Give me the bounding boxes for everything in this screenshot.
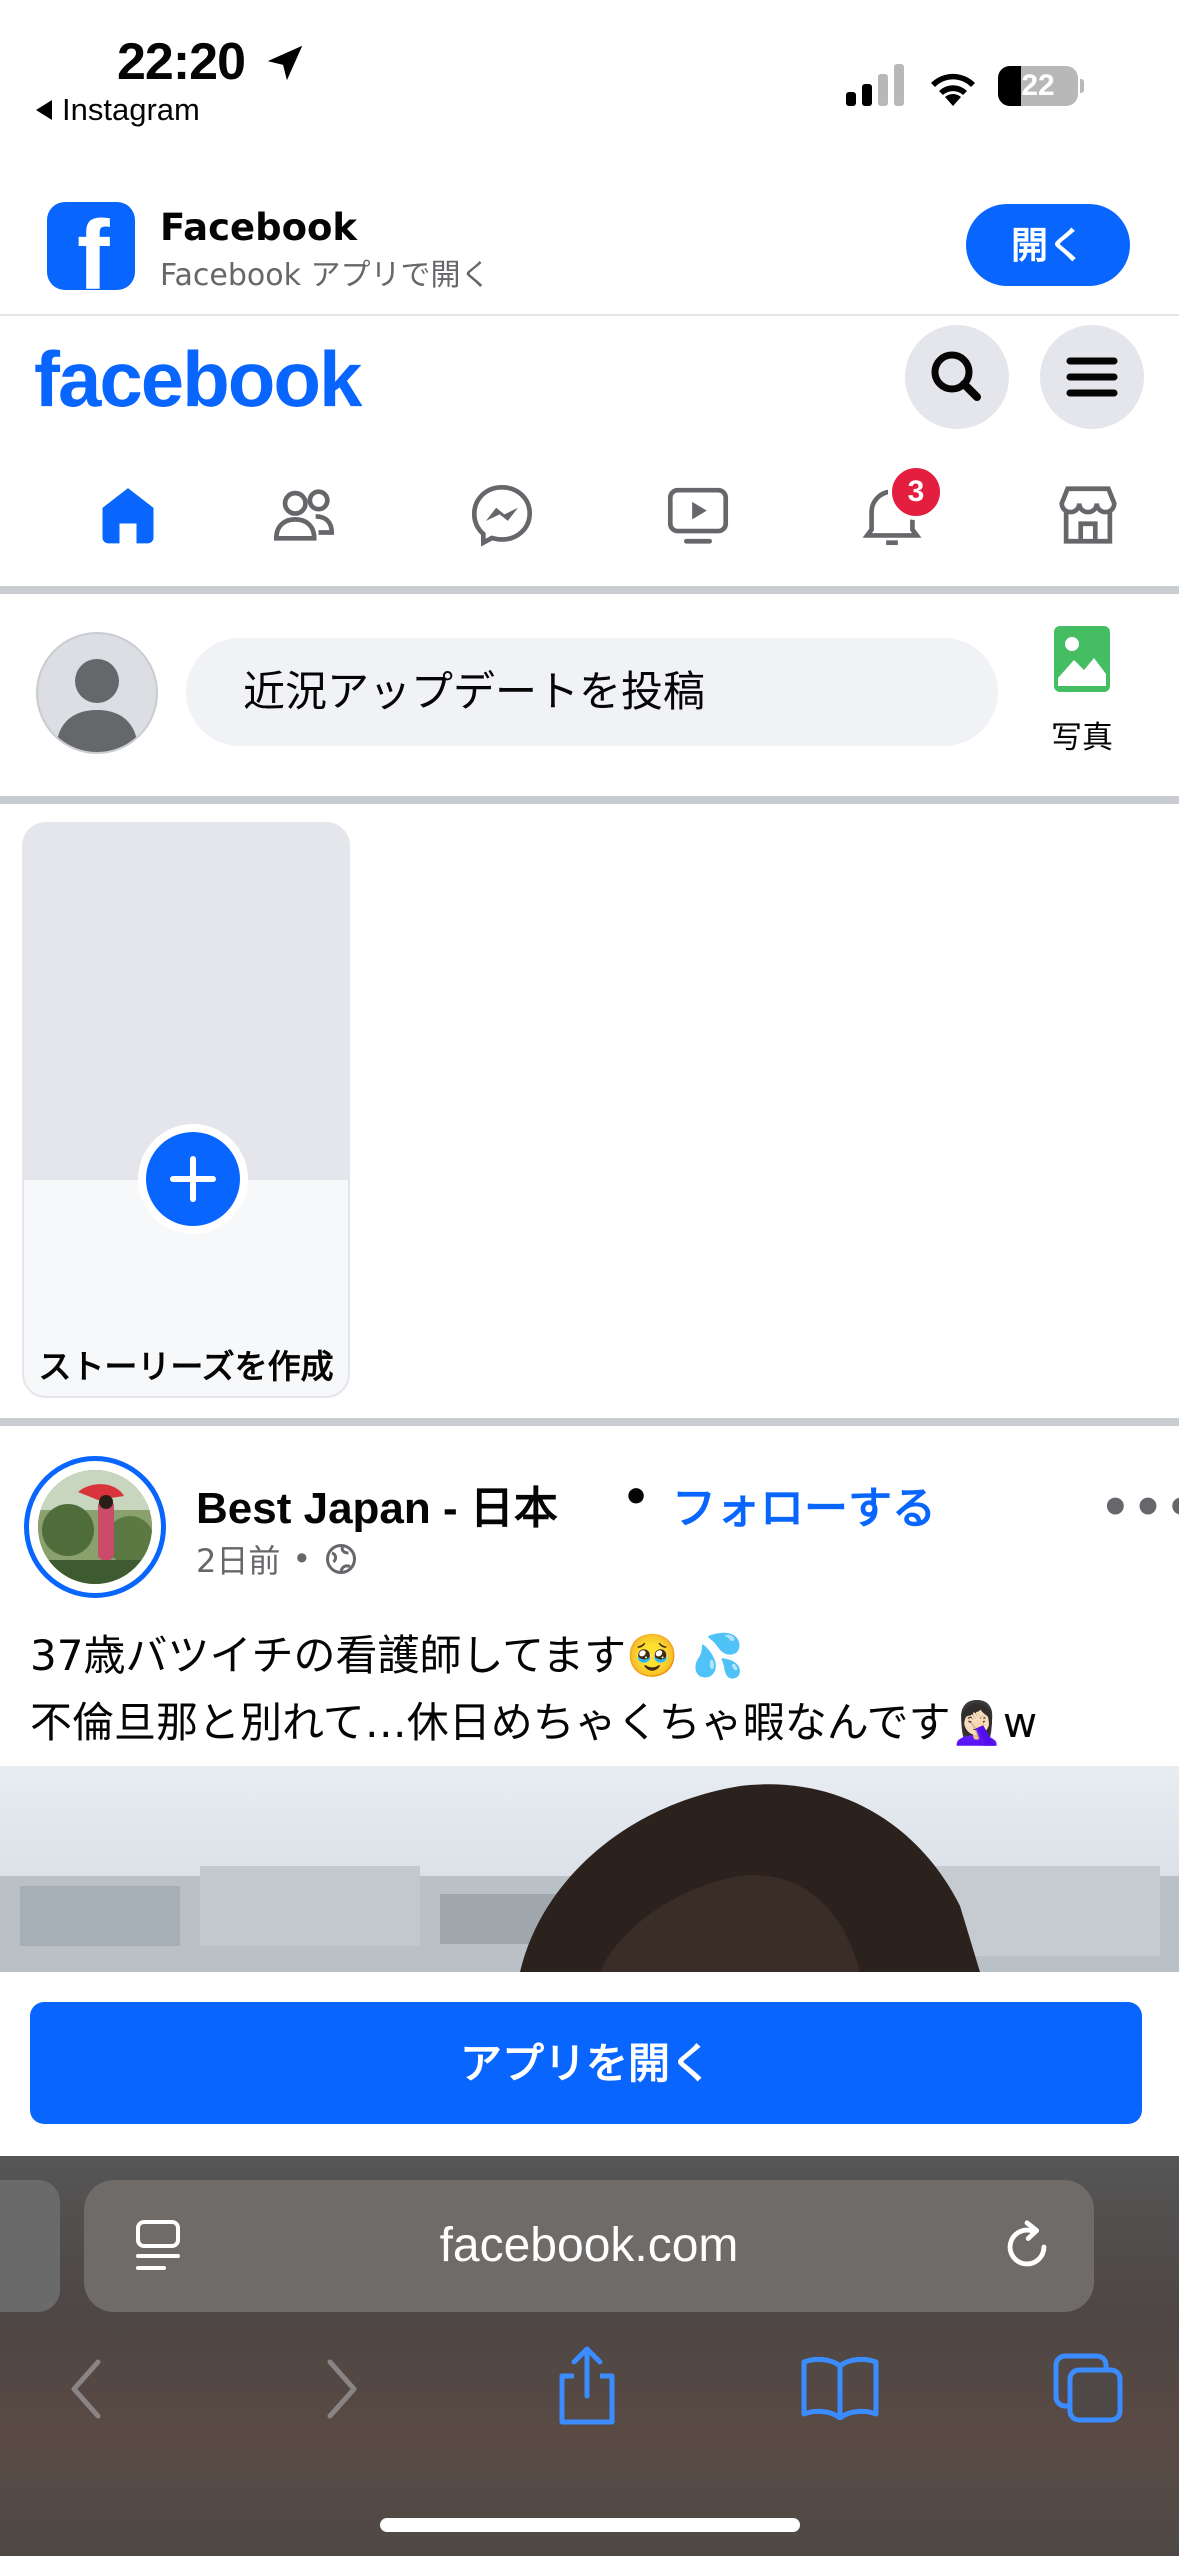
battery-tip <box>1080 79 1084 93</box>
globe-icon <box>326 1544 357 1574</box>
create-story-card[interactable] <box>22 822 350 1398</box>
user-avatar[interactable] <box>36 632 158 754</box>
notification-badge: 3 <box>888 464 944 520</box>
nav-video[interactable] <box>628 460 768 570</box>
nav-home[interactable] <box>58 460 198 570</box>
photo-button[interactable]: 写真 <box>1036 624 1128 756</box>
video-icon <box>667 487 729 544</box>
open-app-button[interactable]: アプリを開く <box>30 2002 1142 2124</box>
search-button[interactable] <box>905 325 1009 429</box>
friends-icon <box>273 489 335 541</box>
nav-marketplace[interactable] <box>1018 460 1158 570</box>
time-separator: • <box>292 1540 312 1578</box>
home-indicator[interactable] <box>380 2518 800 2532</box>
post-page-avatar[interactable] <box>24 1456 166 1598</box>
share-icon[interactable] <box>552 2344 622 2428</box>
nav-friends[interactable] <box>234 460 374 570</box>
app-open-banner: f Facebook Facebook アプリで開く 開く <box>0 188 1179 316</box>
divider <box>0 796 1179 804</box>
battery-indicator: 22 <box>998 66 1078 106</box>
cellular-signal-icon <box>846 64 904 106</box>
url-text: facebook.com <box>439 2219 739 2272</box>
status-update-input[interactable]: 近況アップデートを投稿 <box>186 638 998 746</box>
main-nav <box>0 460 1179 570</box>
banner-open-button[interactable]: 開く <box>966 204 1130 286</box>
location-arrow-icon <box>267 45 303 81</box>
follow-button[interactable]: フォローする <box>672 1472 936 1536</box>
post-text: 37歳バツイチの看護師してます🥹 💦 不倫旦那と別れて…休日めちゃくちゃ暇なんで… <box>30 1622 1160 1756</box>
divider <box>0 586 1179 594</box>
post-page-name[interactable]: Best Japan - 日本 <box>196 1472 558 1536</box>
page-avatar-image <box>38 1470 152 1584</box>
previous-tab-peek[interactable] <box>0 2180 60 2312</box>
name-separator: • <box>622 1472 651 1523</box>
facebook-logo[interactable]: facebook <box>34 334 362 425</box>
more-options-icon[interactable]: ••• <box>1100 1480 1179 1536</box>
search-icon <box>931 351 981 401</box>
default-avatar-icon <box>56 659 138 752</box>
create-story-label: ストーリーズを作成 <box>38 1347 334 1386</box>
add-story-button[interactable] <box>138 1124 248 1234</box>
nav-messenger[interactable] <box>432 460 572 570</box>
back-triangle-icon <box>36 100 52 120</box>
forward-chevron-icon[interactable] <box>318 2356 364 2422</box>
reload-icon[interactable] <box>998 2218 1056 2276</box>
post-photo <box>0 1766 1179 1972</box>
photo-icon <box>1054 626 1110 692</box>
plus-icon <box>170 1156 216 1202</box>
bookmarks-icon[interactable] <box>800 2354 880 2420</box>
photo-label: 写真 <box>1051 720 1113 756</box>
post-image[interactable] <box>0 1766 1179 1972</box>
back-chevron-icon[interactable] <box>64 2356 110 2422</box>
back-app-label: Instagram <box>62 92 200 127</box>
post-text-line-1: 37歳バツイチの看護師してます🥹 💦 <box>30 1631 745 1680</box>
home-icon <box>102 488 154 544</box>
back-to-app-link[interactable]: Instagram <box>36 92 200 128</box>
post-meta: 2日前 • <box>196 1536 359 1582</box>
battery-level: 22 <box>1021 69 1055 102</box>
banner-title: Facebook <box>160 206 358 249</box>
post-time: 2日前 <box>196 1542 281 1580</box>
banner-subtitle: Facebook アプリで開く <box>160 258 491 293</box>
divider <box>0 1418 1179 1426</box>
facebook-app-icon: f <box>47 202 135 290</box>
tabs-icon[interactable] <box>1052 2352 1124 2424</box>
menu-button[interactable] <box>1040 325 1144 429</box>
status-bar: 22:20 Instagram 22 <box>0 0 1179 150</box>
messenger-icon <box>471 484 533 547</box>
post-text-line-2: 不倫旦那と別れて…休日めちゃくちゃ暇なんです🤦🏻‍♀️w <box>30 1698 1038 1747</box>
marketplace-store-icon <box>1059 486 1117 544</box>
clock: 22:20 <box>117 33 246 91</box>
hamburger-menu-icon <box>1066 357 1118 397</box>
wifi-icon <box>931 73 975 106</box>
